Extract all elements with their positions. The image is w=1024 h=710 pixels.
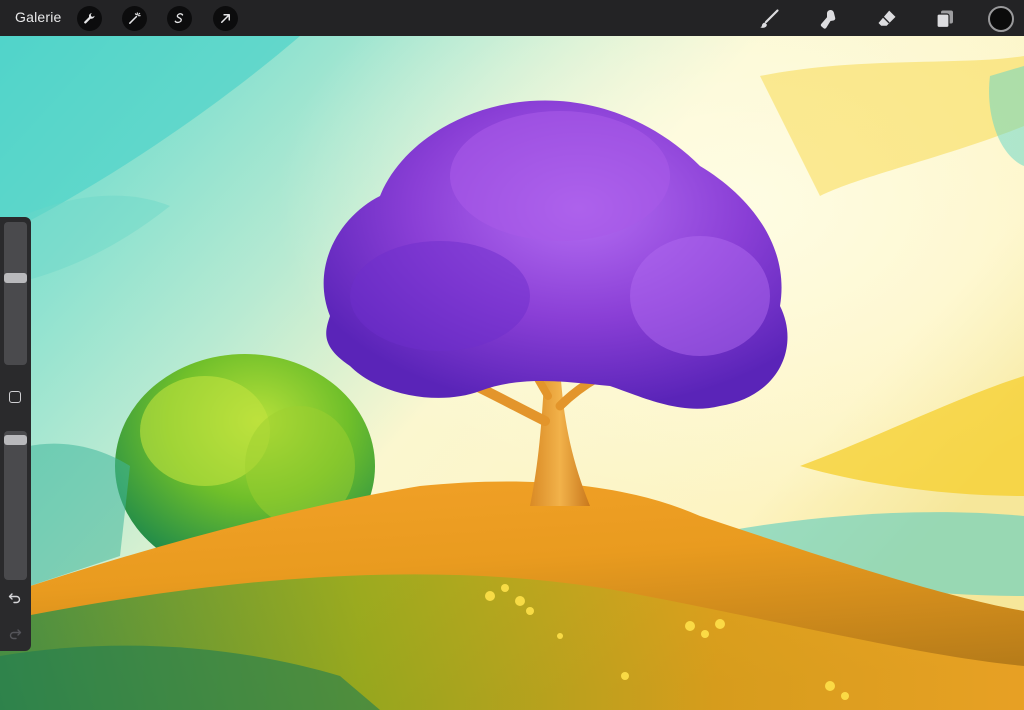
side-toolbar	[0, 217, 31, 651]
brush-icon	[760, 9, 779, 28]
selection-button[interactable]	[167, 6, 192, 31]
modify-button[interactable]	[9, 391, 21, 403]
wrench-icon	[84, 13, 95, 24]
transform-button[interactable]	[213, 6, 238, 31]
brush-tool[interactable]	[756, 6, 782, 32]
gallery-button[interactable]: Galerie	[15, 9, 62, 25]
color-picker-button[interactable]	[988, 6, 1014, 32]
redo-icon	[9, 629, 22, 640]
opacity-slider[interactable]	[4, 431, 27, 580]
undo-button[interactable]	[6, 589, 24, 607]
eraser-tool[interactable]	[874, 6, 900, 32]
brush-size-slider-thumb[interactable]	[4, 273, 27, 283]
layers-icon	[936, 10, 953, 29]
opacity-slider-thumb[interactable]	[4, 435, 27, 445]
adjustments-button[interactable]	[122, 6, 147, 31]
layers-tool[interactable]	[932, 6, 958, 32]
top-toolbar: Galerie	[0, 0, 1024, 36]
artwork-tree-on-hill	[0, 36, 1024, 710]
eraser-icon	[878, 10, 896, 26]
redo-button[interactable]	[6, 625, 24, 643]
drawing-canvas[interactable]	[0, 36, 1024, 710]
transform-arrow-icon	[221, 14, 230, 23]
selection-s-icon	[174, 13, 184, 24]
magic-wand-icon	[129, 12, 141, 24]
brush-size-slider[interactable]	[4, 222, 27, 365]
smudge-icon	[820, 10, 836, 29]
undo-icon	[8, 593, 21, 604]
smudge-tool[interactable]	[815, 6, 841, 32]
actions-button[interactable]	[77, 6, 102, 31]
